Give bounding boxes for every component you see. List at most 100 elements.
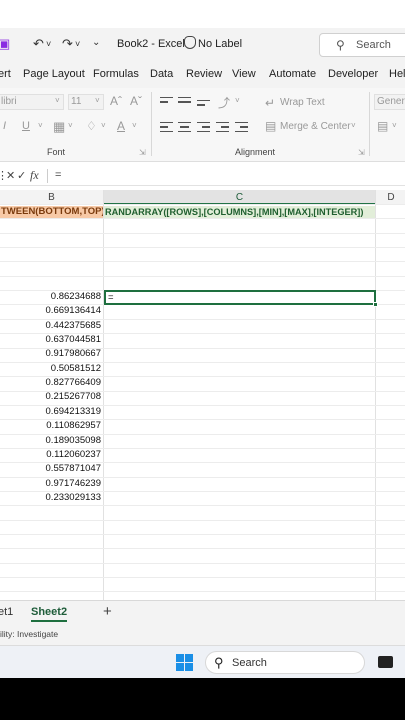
sensitivity-label-icon[interactable]: [184, 36, 196, 49]
cell-b-value[interactable]: 0.112060237: [0, 449, 101, 460]
redo-dropdown-icon[interactable]: ˅: [75, 39, 80, 49]
decrease-indent-icon[interactable]: [216, 122, 229, 133]
borders-icon[interactable]: ▦: [53, 119, 65, 135]
merge-center-icon[interactable]: ▤: [265, 119, 276, 133]
redo-icon[interactable]: ↷: [62, 36, 73, 52]
align-top-icon[interactable]: [160, 97, 173, 108]
merge-center-button[interactable]: Merge & Center: [280, 121, 351, 132]
chevron-down-icon: ˅: [55, 96, 60, 105]
row-gridline: [0, 233, 405, 234]
font-name-value: libri: [1, 96, 17, 107]
decrease-font-icon[interactable]: Aˇ: [130, 94, 142, 108]
wrap-text-icon[interactable]: ↵: [265, 96, 275, 110]
sheet-tab-bar: et1 Sheet2 +: [0, 600, 405, 625]
ribbon: libri ˅ 11 ˅ Aˆ Aˇ I U ˅ ▦ ˅ ♢ ˅ A ˅ Fon…: [0, 88, 405, 162]
search-box[interactable]: ⚲ Search: [319, 33, 405, 57]
cell-b-value[interactable]: 0.917980667: [0, 348, 101, 359]
align-bottom-icon[interactable]: [197, 100, 210, 111]
font-dialog-launcher-icon[interactable]: ⇲: [139, 148, 146, 157]
row-gridline: [0, 247, 405, 248]
underline-dropdown-icon[interactable]: ˅: [38, 121, 43, 130]
orientation-icon[interactable]: ⤴: [218, 94, 230, 111]
cell-b-value[interactable]: 0.215267708: [0, 391, 101, 402]
undo-dropdown-icon[interactable]: ˅: [46, 39, 51, 49]
undo-icon[interactable]: ↶: [33, 36, 44, 52]
accounting-format-icon[interactable]: ▤: [377, 119, 388, 133]
cell-b-value[interactable]: 0.827766409: [0, 377, 101, 388]
windows-start-icon[interactable]: [176, 654, 193, 671]
align-center-icon[interactable]: [178, 122, 191, 133]
accounting-dropdown-icon[interactable]: ˅: [392, 121, 397, 130]
tab-developer[interactable]: Developer: [328, 68, 378, 80]
tab-page-layout[interactable]: Page Layout: [23, 68, 85, 80]
cell-b-value[interactable]: 0.669136414: [0, 305, 101, 316]
tab-help[interactable]: Hel: [389, 68, 405, 80]
fill-color-icon[interactable]: ♢: [86, 119, 97, 133]
header-cell-b[interactable]: TWEEN(BOTTOM,TOP): [0, 206, 103, 218]
column-gridline: [375, 190, 376, 600]
row-gridline: [0, 534, 405, 535]
fill-color-dropdown-icon[interactable]: ˅: [101, 121, 106, 130]
save-icon[interactable]: ▣: [0, 36, 10, 52]
taskbar-search[interactable]: ⚲ Search: [205, 651, 365, 674]
add-sheet-button[interactable]: +: [103, 603, 112, 620]
font-color-dropdown-icon[interactable]: ˅: [132, 121, 137, 130]
tab-view[interactable]: View: [232, 68, 256, 80]
align-left-icon[interactable]: [160, 122, 173, 133]
font-size-dropdown[interactable]: 11 ˅: [68, 94, 104, 110]
cell-b-value[interactable]: 0.50581512: [0, 363, 101, 374]
row-gridline: [0, 505, 405, 506]
align-middle-icon[interactable]: [178, 97, 191, 108]
orientation-dropdown-icon[interactable]: ˅: [235, 96, 240, 105]
tab-formulas[interactable]: Formulas: [93, 68, 139, 80]
merge-dropdown-icon[interactable]: ˅: [351, 121, 356, 130]
alignment-dialog-launcher-icon[interactable]: ⇲: [358, 148, 365, 157]
sheet-tab-sheet2[interactable]: Sheet2: [31, 606, 68, 622]
search-icon: ⚲: [336, 38, 345, 52]
status-bar: ility: Investigate: [0, 625, 405, 645]
enter-icon[interactable]: ✓: [17, 169, 26, 182]
font-color-icon[interactable]: A: [117, 119, 125, 133]
cancel-icon[interactable]: ✕: [6, 169, 15, 182]
font-group-label: Font: [47, 147, 66, 157]
underline-icon[interactable]: U: [22, 120, 30, 132]
cell-b-value[interactable]: 0.694213319: [0, 406, 101, 417]
column-header-d[interactable]: D: [376, 190, 405, 205]
taskbar-app-icon[interactable]: [378, 656, 393, 668]
formula-bar: ⋮ ✕ ✓ fx =: [0, 166, 405, 186]
cell-b-value[interactable]: 0.557871047: [0, 463, 101, 474]
increase-indent-icon[interactable]: [235, 122, 248, 133]
font-name-dropdown[interactable]: libri ˅: [0, 94, 64, 110]
number-format-dropdown[interactable]: Genera: [374, 94, 405, 110]
header-cell-c[interactable]: RANDARRAY([ROWS],[COLUMNS],[MIN],[MAX],[…: [104, 206, 375, 218]
cell-b-value[interactable]: 0.233029133: [0, 492, 101, 503]
customize-toolbar-icon[interactable]: ⌄: [92, 37, 100, 48]
borders-dropdown-icon[interactable]: ˅: [68, 121, 73, 130]
insert-function-icon[interactable]: fx: [30, 168, 39, 183]
fill-handle[interactable]: [373, 302, 378, 307]
cell-b-value[interactable]: 0.110862957: [0, 420, 101, 431]
italic-icon[interactable]: I: [3, 120, 6, 132]
active-cell[interactable]: =: [104, 290, 378, 307]
cell-b-value[interactable]: 0.189035098: [0, 435, 101, 446]
sheet-tab-sheet1[interactable]: et1: [0, 606, 13, 618]
sensitivity-label[interactable]: No Label: [198, 38, 242, 50]
accessibility-status[interactable]: ility: Investigate: [0, 629, 58, 639]
tab-data[interactable]: Data: [150, 68, 173, 80]
cell-b-value[interactable]: 0.86234688: [0, 291, 101, 302]
column-header-c[interactable]: C: [104, 190, 375, 205]
taskbar-search-label: Search: [232, 657, 267, 669]
increase-font-icon[interactable]: Aˆ: [110, 94, 122, 108]
cell-b-value[interactable]: 0.442375685: [0, 320, 101, 331]
cell-b-value[interactable]: 0.971746239: [0, 478, 101, 489]
tab-automate[interactable]: Automate: [269, 68, 316, 80]
tab-review[interactable]: Review: [186, 68, 222, 80]
cell-b-value[interactable]: 0.637044581: [0, 334, 101, 345]
excel-window: ▣ ↶ ˅ ↷ ˅ ⌄ Book2 - Excel No Label ⚲ Sea…: [0, 0, 405, 720]
tab-insert[interactable]: ert: [0, 68, 11, 80]
wrap-text-button[interactable]: Wrap Text: [280, 97, 325, 108]
formula-input[interactable]: =: [55, 169, 61, 181]
align-right-icon[interactable]: [197, 122, 210, 133]
chevron-down-icon: ˅: [95, 96, 100, 105]
column-header-b[interactable]: B: [0, 190, 103, 205]
